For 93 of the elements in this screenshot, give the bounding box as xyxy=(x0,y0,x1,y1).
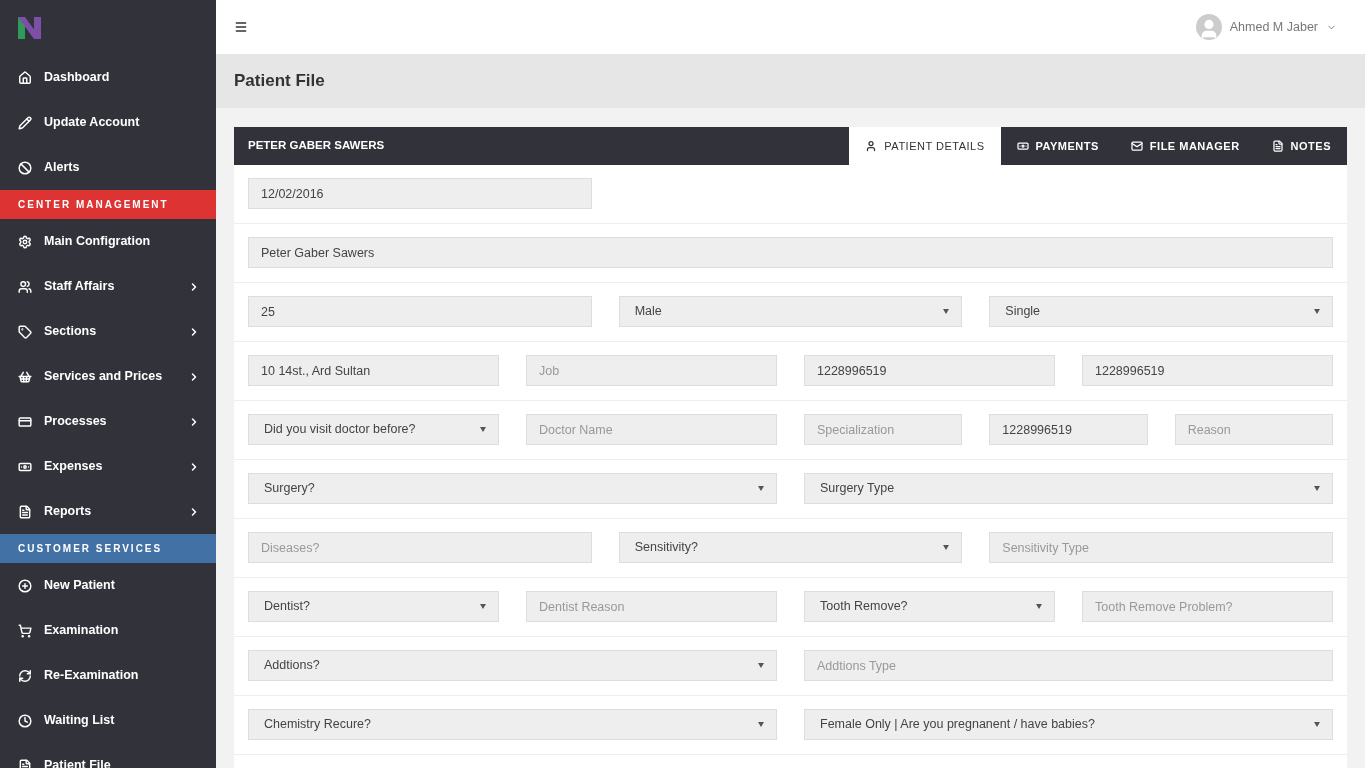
dropdown-caret-icon xyxy=(943,309,950,314)
card-icon xyxy=(18,414,32,429)
sidebar-section-header: CENTER MANAGEMENT xyxy=(0,190,216,219)
document-icon xyxy=(18,504,32,519)
select-field[interactable]: Chemistry Recure? xyxy=(248,709,777,740)
sidebar-section-header: CUSTOMER SERVICES xyxy=(0,534,216,563)
sidebar-item-label: Main Configration xyxy=(44,233,152,251)
select-field[interactable]: Male xyxy=(618,296,963,327)
sidebar-item[interactable]: Alerts xyxy=(0,145,216,190)
logo-icon xyxy=(18,16,41,39)
sidebar-item[interactable]: New Patient xyxy=(0,563,216,608)
input-field[interactable]: Addtions Type xyxy=(804,650,1333,681)
sidebar-item[interactable]: Update Account xyxy=(0,100,216,145)
input-field[interactable]: 1228996519 xyxy=(1082,355,1333,386)
sidebar-item-label: Update Account xyxy=(44,114,141,132)
gear-icon xyxy=(18,234,32,249)
input-field[interactable]: Reason xyxy=(1174,414,1333,445)
input-field[interactable]: 12/02/2016 xyxy=(248,178,592,209)
input-field[interactable]: Specialization xyxy=(804,414,963,445)
sidebar-item[interactable]: Re-Examination xyxy=(0,653,216,698)
input-field[interactable]: Peter Gaber Sawers xyxy=(248,237,1333,268)
dropdown-caret-icon xyxy=(480,427,486,432)
cart-icon xyxy=(18,623,32,638)
tag-icon xyxy=(18,324,32,339)
page-title: Patient File xyxy=(234,70,325,93)
sidebar-item[interactable]: Reports xyxy=(0,489,216,534)
dropdown-caret-icon xyxy=(1036,604,1042,609)
dropdown-caret-icon xyxy=(1314,309,1320,314)
input-field[interactable]: 10 14st., Ard Sultan xyxy=(248,355,499,386)
sidebar-item-label: Services and Prices xyxy=(44,368,164,386)
person-icon xyxy=(865,140,878,152)
sidebar-item-label: Re-Examination xyxy=(44,667,140,685)
pencil-icon xyxy=(18,115,32,130)
sidebar-item-label: Sections xyxy=(44,323,98,341)
sidebar-item[interactable]: Expenses xyxy=(0,444,216,489)
sidebar-item[interactable]: Staff Affairs xyxy=(0,264,216,309)
input-field[interactable]: 1228996519 xyxy=(989,414,1148,445)
select-field[interactable]: Tooth Remove? xyxy=(804,591,1055,622)
dropdown-caret-icon xyxy=(758,663,764,668)
dropdown-caret-icon xyxy=(1314,486,1320,491)
select-field[interactable]: Surgery? xyxy=(248,473,777,504)
document-icon xyxy=(18,758,32,768)
input-field[interactable]: Job xyxy=(526,355,777,386)
input-field[interactable]: 25 xyxy=(248,296,592,327)
input-field[interactable]: Tooth Remove Problem? xyxy=(1082,591,1333,622)
select-field[interactable]: Addtions? xyxy=(248,650,777,681)
input-field[interactable]: Doctor Name xyxy=(526,414,777,445)
dropdown-caret-icon xyxy=(943,545,950,550)
input-field[interactable]: Dentist Reason xyxy=(526,591,777,622)
sidebar-item-label: New Patient xyxy=(44,577,116,595)
tab[interactable]: PATIENT DETAILS xyxy=(849,127,1001,165)
sidebar-item[interactable]: Dashboard xyxy=(0,55,216,100)
sidebar-item-label: Examination xyxy=(44,622,120,640)
sidebar-item-label: Processes xyxy=(44,413,108,431)
user-menu[interactable]: Ahmed M Jaber xyxy=(1195,14,1337,40)
sidebar-item[interactable]: Sections xyxy=(0,309,216,354)
select-field[interactable]: Did you visit doctor before? xyxy=(248,414,499,445)
sidebar-item[interactable]: Main Configration xyxy=(0,219,216,264)
sidebar-item-label: Expenses xyxy=(44,458,104,476)
refresh-icon xyxy=(18,668,32,683)
select-field[interactable]: Surgery Type xyxy=(804,473,1333,504)
input-field[interactable]: Diseases? xyxy=(248,532,592,563)
sidebar-item[interactable]: Examination xyxy=(0,608,216,653)
sidebar-item-label: Dashboard xyxy=(44,69,111,87)
select-field[interactable]: Female Only | Are you pregnanent / have babies? xyxy=(804,709,1333,740)
dropdown-caret-icon xyxy=(1314,722,1320,727)
basket-icon xyxy=(18,369,32,384)
menu-icon[interactable] xyxy=(234,20,248,34)
clock-icon xyxy=(18,713,32,728)
input-field[interactable]: 1228996519 xyxy=(804,355,1055,386)
input-field[interactable]: Sensitivity Type xyxy=(989,532,1333,563)
ban-icon xyxy=(18,160,32,175)
sidebar-item-label: Waiting List xyxy=(44,712,116,730)
dropdown-caret-icon xyxy=(480,604,486,609)
dropdown-caret-icon xyxy=(758,722,764,727)
select-field[interactable]: Sensitivity? xyxy=(618,532,963,563)
select-field[interactable]: Single xyxy=(989,296,1333,327)
envelope-icon xyxy=(1130,140,1143,152)
document-icon xyxy=(1271,140,1284,152)
sidebar-item-label: Staff Affairs xyxy=(44,278,116,296)
banknote-icon xyxy=(1016,140,1029,152)
sidebar-item[interactable]: Services and Prices xyxy=(0,354,216,399)
avatar-icon xyxy=(1195,14,1222,40)
home-icon xyxy=(18,70,32,85)
plus-circle-icon xyxy=(18,578,32,593)
sidebar-item[interactable]: Waiting List xyxy=(0,698,216,743)
sidebar-item-label: Alerts xyxy=(44,159,81,177)
select-field[interactable]: Dentist? xyxy=(248,591,499,622)
dropdown-caret-icon xyxy=(758,486,764,491)
patient-name-heading: PETER GABER SAWERS xyxy=(247,138,385,154)
sidebar-item[interactable]: Processes xyxy=(0,399,216,444)
sidebar-item-label: Reports xyxy=(44,503,93,521)
people-icon xyxy=(18,279,32,294)
